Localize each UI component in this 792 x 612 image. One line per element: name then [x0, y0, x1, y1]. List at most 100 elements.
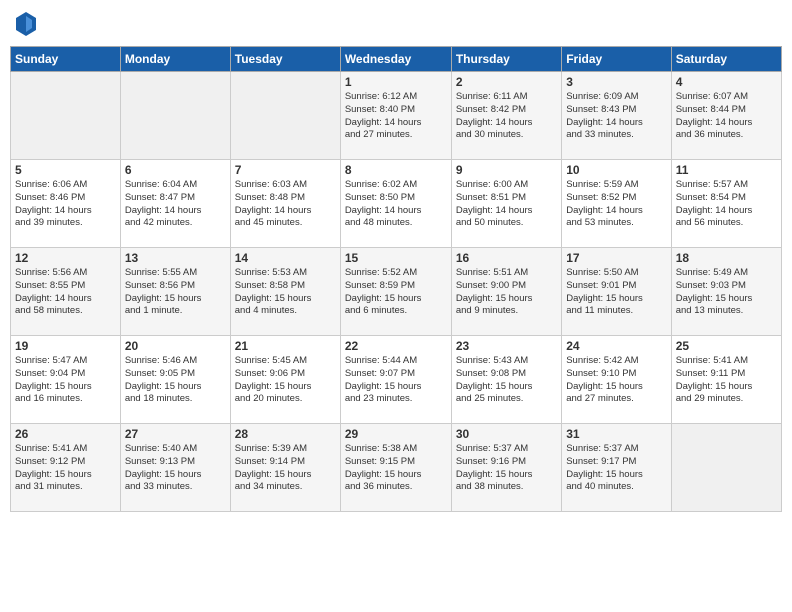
day-number: 2 — [456, 75, 557, 89]
day-number: 26 — [15, 427, 116, 441]
column-header-tuesday: Tuesday — [230, 47, 340, 72]
day-content: Sunrise: 5:43 AM Sunset: 9:08 PM Dayligh… — [456, 355, 557, 406]
day-content: Sunrise: 6:07 AM Sunset: 8:44 PM Dayligh… — [676, 91, 777, 142]
day-content: Sunrise: 5:40 AM Sunset: 9:13 PM Dayligh… — [125, 443, 226, 494]
day-content: Sunrise: 5:52 AM Sunset: 8:59 PM Dayligh… — [345, 267, 447, 318]
day-content: Sunrise: 5:42 AM Sunset: 9:10 PM Dayligh… — [566, 355, 666, 406]
logo-icon — [14, 10, 38, 38]
day-number: 21 — [235, 339, 336, 353]
calendar-cell: 28Sunrise: 5:39 AM Sunset: 9:14 PM Dayli… — [230, 424, 340, 512]
calendar-cell: 2 Sunrise: 6:11 AM Sunset: 8:42 PM Daylig… — [451, 72, 561, 160]
day-content: Sunrise: 5:56 AM Sunset: 8:55 PM Dayligh… — [15, 267, 116, 318]
calendar-cell: 11 Sunrise: 5:57 AM Sunset: 8:54 PM Dayli… — [671, 160, 781, 248]
day-number: 25 — [676, 339, 777, 353]
day-number: 10 — [566, 163, 666, 177]
day-number: 6 — [125, 163, 226, 177]
day-content: Sunrise: 5:37 AM Sunset: 9:16 PM Dayligh… — [456, 443, 557, 494]
calendar-cell: 7 Sunrise: 6:03 AM Sunset: 8:48 PM Daylig… — [230, 160, 340, 248]
calendar-cell: 19 Sunrise: 5:47 AM Sunset: 9:04 PM Dayli… — [11, 336, 121, 424]
day-content: Sunrise: 5:51 AM Sunset: 9:00 PM Dayligh… — [456, 267, 557, 318]
day-content: Sunrise: 5:41 AM Sunset: 9:11 PM Dayligh… — [676, 355, 777, 406]
day-content: Sunrise: 5:49 AM Sunset: 9:03 PM Dayligh… — [676, 267, 777, 318]
day-number: 8 — [345, 163, 447, 177]
day-number: 4 — [676, 75, 777, 89]
page-header — [10, 10, 782, 38]
calendar-cell: 14 Sunrise: 5:53 AM Sunset: 8:58 PM Dayli… — [230, 248, 340, 336]
day-content: Sunrise: 5:53 AM Sunset: 8:58 PM Dayligh… — [235, 267, 336, 318]
day-content: Sunrise: 5:55 AM Sunset: 8:56 PM Dayligh… — [125, 267, 226, 318]
calendar-cell: 20Sunrise: 5:46 AM Sunset: 9:05 PM Dayli… — [120, 336, 230, 424]
day-number: 3 — [566, 75, 666, 89]
calendar-cell: 17 Sunrise: 5:50 AM Sunset: 9:01 PM Dayli… — [562, 248, 671, 336]
column-header-friday: Friday — [562, 47, 671, 72]
calendar-cell: 24Sunrise: 5:42 AM Sunset: 9:10 PM Dayli… — [562, 336, 671, 424]
calendar-cell: 6 Sunrise: 6:04 AM Sunset: 8:47 PM Daylig… — [120, 160, 230, 248]
column-header-sunday: Sunday — [11, 47, 121, 72]
calendar-cell — [11, 72, 121, 160]
week-row-2: 5Sunrise: 6:06 AM Sunset: 8:46 PM Daylig… — [11, 160, 782, 248]
day-number: 17 — [566, 251, 666, 265]
week-row-5: 26 Sunrise: 5:41 AM Sunset: 9:12 PM Dayli… — [11, 424, 782, 512]
day-content: Sunrise: 6:11 AM Sunset: 8:42 PM Dayligh… — [456, 91, 557, 142]
calendar-cell: 30 Sunrise: 5:37 AM Sunset: 9:16 PM Dayli… — [451, 424, 561, 512]
day-content: Sunrise: 5:38 AM Sunset: 9:15 PM Dayligh… — [345, 443, 447, 494]
calendar-cell: 16 Sunrise: 5:51 AM Sunset: 9:00 PM Dayli… — [451, 248, 561, 336]
week-row-4: 19 Sunrise: 5:47 AM Sunset: 9:04 PM Dayli… — [11, 336, 782, 424]
day-content: Sunrise: 6:02 AM Sunset: 8:50 PM Dayligh… — [345, 179, 447, 230]
calendar-cell: 22Sunrise: 5:44 AM Sunset: 9:07 PM Dayli… — [340, 336, 451, 424]
column-header-thursday: Thursday — [451, 47, 561, 72]
header-row: SundayMondayTuesdayWednesdayThursdayFrid… — [11, 47, 782, 72]
calendar-cell: 3Sunrise: 6:09 AM Sunset: 8:43 PM Daylig… — [562, 72, 671, 160]
day-number: 19 — [15, 339, 116, 353]
calendar-cell: 8 Sunrise: 6:02 AM Sunset: 8:50 PM Daylig… — [340, 160, 451, 248]
day-content: Sunrise: 5:46 AM Sunset: 9:05 PM Dayligh… — [125, 355, 226, 406]
day-number: 12 — [15, 251, 116, 265]
day-number: 14 — [235, 251, 336, 265]
logo — [14, 10, 42, 38]
day-content: Sunrise: 5:50 AM Sunset: 9:01 PM Dayligh… — [566, 267, 666, 318]
calendar-cell: 18 Sunrise: 5:49 AM Sunset: 9:03 PM Dayli… — [671, 248, 781, 336]
day-content: Sunrise: 6:03 AM Sunset: 8:48 PM Dayligh… — [235, 179, 336, 230]
day-content: Sunrise: 5:45 AM Sunset: 9:06 PM Dayligh… — [235, 355, 336, 406]
day-number: 29 — [345, 427, 447, 441]
day-number: 28 — [235, 427, 336, 441]
day-number: 7 — [235, 163, 336, 177]
day-number: 23 — [456, 339, 557, 353]
day-content: Sunrise: 5:59 AM Sunset: 8:52 PM Dayligh… — [566, 179, 666, 230]
day-number: 18 — [676, 251, 777, 265]
calendar-cell: 15 Sunrise: 5:52 AM Sunset: 8:59 PM Dayli… — [340, 248, 451, 336]
day-content: Sunrise: 6:12 AM Sunset: 8:40 PM Dayligh… — [345, 91, 447, 142]
day-number: 13 — [125, 251, 226, 265]
calendar-cell: 26 Sunrise: 5:41 AM Sunset: 9:12 PM Dayli… — [11, 424, 121, 512]
column-header-wednesday: Wednesday — [340, 47, 451, 72]
day-number: 22 — [345, 339, 447, 353]
day-content: Sunrise: 6:00 AM Sunset: 8:51 PM Dayligh… — [456, 179, 557, 230]
day-number: 15 — [345, 251, 447, 265]
day-number: 16 — [456, 251, 557, 265]
week-row-3: 12 Sunrise: 5:56 AM Sunset: 8:55 PM Dayli… — [11, 248, 782, 336]
day-number: 11 — [676, 163, 777, 177]
day-content: Sunrise: 6:04 AM Sunset: 8:47 PM Dayligh… — [125, 179, 226, 230]
day-number: 9 — [456, 163, 557, 177]
day-content: Sunrise: 5:47 AM Sunset: 9:04 PM Dayligh… — [15, 355, 116, 406]
week-row-1: 1Sunrise: 6:12 AM Sunset: 8:40 PM Daylig… — [11, 72, 782, 160]
column-header-monday: Monday — [120, 47, 230, 72]
day-number: 5 — [15, 163, 116, 177]
calendar-cell: 9 Sunrise: 6:00 AM Sunset: 8:51 PM Daylig… — [451, 160, 561, 248]
day-number: 30 — [456, 427, 557, 441]
calendar-cell: 23 Sunrise: 5:43 AM Sunset: 9:08 PM Dayli… — [451, 336, 561, 424]
column-header-saturday: Saturday — [671, 47, 781, 72]
calendar-cell: 29 Sunrise: 5:38 AM Sunset: 9:15 PM Dayli… — [340, 424, 451, 512]
day-content: Sunrise: 5:37 AM Sunset: 9:17 PM Dayligh… — [566, 443, 666, 494]
day-content: Sunrise: 5:41 AM Sunset: 9:12 PM Dayligh… — [15, 443, 116, 494]
calendar-cell — [671, 424, 781, 512]
day-content: Sunrise: 5:57 AM Sunset: 8:54 PM Dayligh… — [676, 179, 777, 230]
day-number: 31 — [566, 427, 666, 441]
calendar-cell: 4 Sunrise: 6:07 AM Sunset: 8:44 PM Daylig… — [671, 72, 781, 160]
calendar-cell: 13 Sunrise: 5:55 AM Sunset: 8:56 PM Dayli… — [120, 248, 230, 336]
calendar-cell — [120, 72, 230, 160]
calendar-cell: 5Sunrise: 6:06 AM Sunset: 8:46 PM Daylig… — [11, 160, 121, 248]
day-number: 27 — [125, 427, 226, 441]
calendar-cell: 12 Sunrise: 5:56 AM Sunset: 8:55 PM Dayli… — [11, 248, 121, 336]
calendar-cell: 21 Sunrise: 5:45 AM Sunset: 9:06 PM Dayli… — [230, 336, 340, 424]
